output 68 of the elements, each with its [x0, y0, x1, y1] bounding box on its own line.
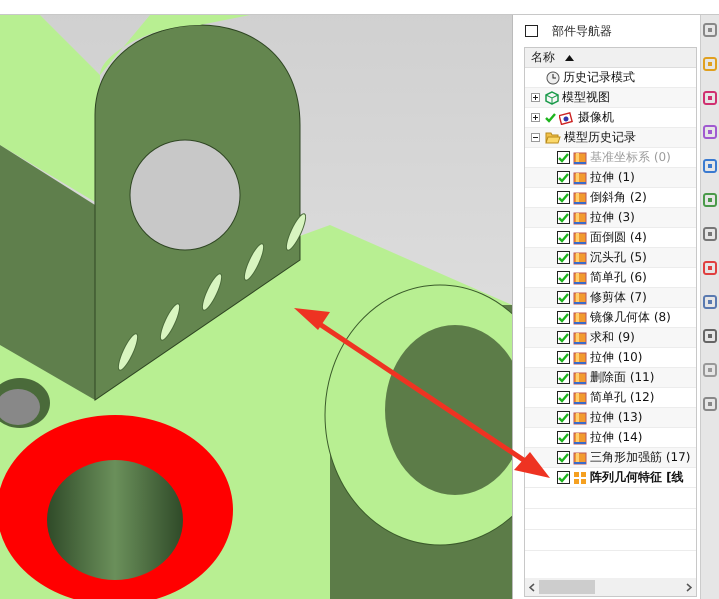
- feature-icon: [573, 230, 587, 244]
- feature-icon: [573, 350, 587, 364]
- feature-label[interactable]: 阵列几何特征 [线: [590, 469, 684, 486]
- check-icon[interactable]: [545, 112, 556, 122]
- checkbox[interactable]: [557, 271, 570, 284]
- feature-icon: [573, 210, 587, 224]
- tree-node-label[interactable]: 摄像机: [578, 109, 614, 126]
- feature-icon: [573, 470, 587, 484]
- checkbox[interactable]: [557, 211, 570, 224]
- checkbox[interactable]: [557, 431, 570, 444]
- feature-label[interactable]: 简单孔 (6): [590, 269, 647, 286]
- scroll-left-icon[interactable]: [529, 582, 535, 592]
- checkbox[interactable]: [557, 231, 570, 244]
- checkbox[interactable]: [557, 451, 570, 464]
- toolbar-icon[interactable]: [703, 295, 717, 309]
- feature-icon: [573, 270, 587, 284]
- feature-label[interactable]: 镜像几何体 (8): [590, 309, 671, 326]
- feature-icon: [573, 410, 587, 424]
- feature-icon: [573, 150, 587, 164]
- checkbox[interactable]: [557, 371, 570, 384]
- feature-icon: [573, 310, 587, 324]
- checkbox[interactable]: [557, 411, 570, 424]
- checkbox[interactable]: [557, 171, 570, 184]
- column-header[interactable]: 名称: [531, 49, 555, 66]
- feature-label[interactable]: 倒斜角 (2): [590, 189, 647, 206]
- feature-icon: [573, 450, 587, 464]
- toolbar-icon[interactable]: [703, 397, 717, 411]
- panel-title: 部件导航器: [552, 22, 612, 40]
- checkbox[interactable]: [557, 311, 570, 324]
- toolbar-icon[interactable]: [703, 91, 717, 105]
- feature-label[interactable]: 面倒圆 (4): [590, 229, 647, 246]
- toolbar-icon[interactable]: [703, 261, 717, 275]
- toolbar-icon[interactable]: [703, 227, 717, 241]
- checkbox[interactable]: [557, 291, 570, 304]
- checkbox[interactable]: [557, 351, 570, 364]
- checkbox[interactable]: [557, 391, 570, 404]
- feature-icon: [573, 170, 587, 184]
- horizontal-scrollbar[interactable]: [525, 578, 696, 596]
- expand-toggle[interactable]: [531, 133, 540, 142]
- checkbox[interactable]: [557, 471, 570, 484]
- camera-icon: [559, 110, 575, 124]
- feature-icon: [573, 330, 587, 344]
- feature-icon: [573, 390, 587, 404]
- folder-icon: [545, 131, 561, 144]
- feature-label[interactable]: 拉伸 (10): [590, 349, 642, 366]
- toolbar-icon[interactable]: [703, 125, 717, 139]
- expand-toggle[interactable]: [531, 93, 540, 102]
- feature-label[interactable]: 拉伸 (14): [590, 429, 642, 446]
- tree-node-label[interactable]: 历史记录模式: [563, 69, 635, 86]
- feature-label[interactable]: 简单孔 (12): [590, 389, 654, 406]
- feature-icon: [573, 370, 587, 384]
- toolbar-icon[interactable]: [703, 193, 717, 207]
- checkbox[interactable]: [557, 331, 570, 344]
- cube-icon: [545, 90, 559, 104]
- checkbox[interactable]: [557, 191, 570, 204]
- clock-icon: [546, 70, 560, 84]
- toolbar-icon[interactable]: [703, 159, 717, 173]
- sort-arrow-icon[interactable]: [565, 54, 574, 60]
- expand-toggle[interactable]: [531, 113, 540, 122]
- toolbar-icon[interactable]: [703, 329, 717, 343]
- feature-icon: [573, 190, 587, 204]
- checkbox[interactable]: [557, 251, 570, 264]
- scroll-right-icon[interactable]: [686, 582, 692, 592]
- window-toggle[interactable]: [525, 25, 538, 37]
- toolbar-icon[interactable]: [703, 23, 717, 37]
- feature-icon: [573, 430, 587, 444]
- feature-icon: [573, 290, 587, 304]
- feature-icon: [573, 250, 587, 264]
